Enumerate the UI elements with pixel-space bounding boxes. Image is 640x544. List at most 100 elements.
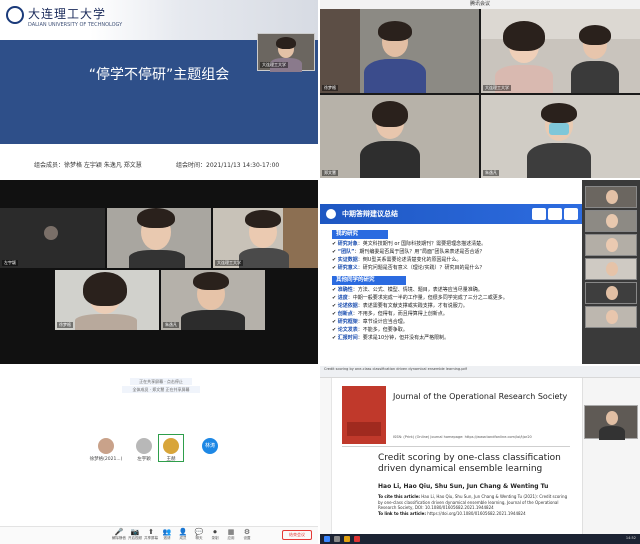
list-item: ✔ 研究框架：章节设计应当合理。 bbox=[332, 319, 408, 325]
participant-name-label: 大连理工大学 bbox=[260, 62, 288, 68]
pdf-left-toolbar[interactable] bbox=[320, 378, 332, 534]
video-tile[interactable]: 大连理工大学 bbox=[213, 208, 318, 268]
participant-hair bbox=[245, 210, 281, 228]
divider bbox=[342, 446, 570, 447]
citation-block: To cite this article: Hao Li, Hao Qiu, S… bbox=[378, 494, 568, 516]
gear-icon: ⚙ bbox=[243, 528, 251, 536]
participant-avatar[interactable] bbox=[136, 438, 152, 454]
participant-face bbox=[606, 262, 618, 276]
meeting-time: 组会时间：2021/11/13 14:30-17:00 bbox=[176, 162, 280, 169]
participant-body bbox=[181, 310, 245, 330]
participant-name-label: 徐梦格 bbox=[322, 85, 338, 91]
video-tile[interactable]: 徐梦格 bbox=[55, 270, 159, 330]
participant-thumbnail[interactable] bbox=[585, 306, 637, 328]
video-gallery-panel-b: 左宇颖 大连理工大学 徐梦格 朱逸凡 bbox=[0, 180, 318, 364]
participant-name-label: 朱逸凡 bbox=[483, 170, 499, 176]
participant-hair bbox=[579, 25, 611, 45]
journal-issn[interactable]: ISSN: (Print) (Online) Journal homepage:… bbox=[393, 435, 532, 439]
meeting-members: 组会成员：徐梦格 左宇颖 朱逸凡 郑文慧 bbox=[34, 162, 142, 169]
search-icon[interactable] bbox=[334, 536, 340, 542]
video-tile[interactable] bbox=[107, 208, 211, 268]
speaker-thumbnail[interactable]: 大连理工大学 bbox=[257, 33, 315, 72]
university-logo-subtitle: DALIAN UNIVERSITY OF TECHNOLOGY bbox=[28, 22, 123, 28]
participant-name-label: 朱逸凡 bbox=[163, 322, 179, 328]
list-item: ✔ 汇报时间：要求是10分钟，但并没有太严格限制。 bbox=[332, 335, 450, 341]
participant-thumbnail[interactable] bbox=[585, 210, 637, 232]
participant-hair bbox=[276, 37, 296, 49]
participant-face bbox=[606, 214, 618, 228]
section-header-others-research: 其他同学的研究 bbox=[332, 276, 406, 285]
participant-body bbox=[239, 248, 289, 268]
summary-slide-panel: 中期答辩建议总结 我的研究 ✔ 研究对象：英文科技期刊 or 国际科技期刊？需要… bbox=[320, 180, 640, 364]
video-tile[interactable]: 左宇颖 bbox=[0, 208, 105, 268]
video-tile[interactable]: 朱逸凡 bbox=[161, 270, 265, 330]
participant-thumbnail[interactable] bbox=[585, 258, 637, 280]
speaker-thumbnail[interactable] bbox=[584, 405, 638, 440]
taskbar-clock: 14:52 bbox=[625, 536, 636, 540]
list-item: ✔ 研究对象：英文科技期刊 or 国际科技期刊？需要把理念描述清楚。 bbox=[332, 241, 487, 247]
participant-body bbox=[360, 141, 420, 178]
participant-face bbox=[606, 310, 618, 324]
room-bookshelf bbox=[320, 9, 360, 93]
summary-slide-header: 中期答辩建议总结 bbox=[320, 204, 582, 224]
participant-name: 徐梦格(2021...) bbox=[89, 457, 123, 462]
video-tile[interactable]: 徐梦格 bbox=[320, 9, 479, 93]
participant-avatar[interactable]: 林涛 bbox=[202, 438, 218, 454]
list-item: ✔ 准确性：方法、公式、模型、情境、题目，表述等应当尽量准确。 bbox=[332, 287, 483, 293]
list-item: ✔ 研究意义：研究问题是否有意义（理论/实践）？研究目的是什么？ bbox=[332, 265, 485, 271]
pdf-viewer-titlebar: Credit scoring by one-class classificati… bbox=[320, 366, 640, 378]
windows-taskbar: 14:52 bbox=[320, 534, 640, 544]
my-research-list: ✔ 研究对象：英文科技期刊 or 国际科技期刊？需要把理念描述清楚。 ✔ “团队… bbox=[332, 240, 580, 272]
start-icon[interactable] bbox=[324, 536, 330, 542]
participant-hair bbox=[137, 208, 175, 228]
journal-name: Journal of the Operational Research Soci… bbox=[393, 392, 568, 401]
pdf-right-panel bbox=[582, 378, 640, 534]
participant-body bbox=[571, 61, 619, 93]
participant-body bbox=[75, 314, 137, 330]
paper-authors: Hao Li, Hao Qiu, Shu Sun, Jun Chang & We… bbox=[378, 483, 549, 490]
sharing-notice[interactable]: 正在共享屏幕 · 点击停止 bbox=[130, 378, 192, 385]
participant-name: 王赫 bbox=[166, 457, 176, 462]
journal-cover-image bbox=[342, 386, 386, 444]
list-item: ✔ 创新点：不用多，但得有，而且得算得上创新点。 bbox=[332, 311, 448, 317]
participant-name-label: 大连理工大学 bbox=[483, 85, 511, 91]
end-meeting-button[interactable]: 结束会议 bbox=[282, 530, 312, 540]
shared-slide-panel: 大连理工大学 DALIAN UNIVERSITY OF TECHNOLOGY “… bbox=[0, 0, 318, 178]
participant-body bbox=[129, 250, 185, 268]
list-item: ✔ 论文发表：不能多，但要争取。 bbox=[332, 327, 408, 333]
participant-thumbnail[interactable] bbox=[585, 282, 637, 304]
participant-face bbox=[606, 286, 618, 300]
others-research-list: ✔ 准确性：方法、公式、模型、情境、题目，表述等应当尽量准确。 ✔ 进度：中期一… bbox=[332, 286, 580, 342]
video-tile[interactable]: 大连理工大学 bbox=[481, 9, 640, 93]
pdf-app-icon[interactable] bbox=[354, 536, 360, 542]
folder-icon[interactable] bbox=[344, 536, 350, 542]
participant-name-label: 大连理工大学 bbox=[215, 260, 243, 266]
video-tile[interactable]: 朱逸凡 bbox=[481, 95, 640, 178]
meeting-participants-panel: 正在共享屏幕 · 点击停止 全体成员 · 郑文慧 正在共享屏幕 徐梦格(2021… bbox=[0, 366, 318, 544]
settings-button[interactable]: ⚙ 设置 bbox=[238, 528, 256, 541]
pdf-viewer-panel: Credit scoring by one-class classificati… bbox=[320, 366, 640, 544]
participant-hair bbox=[503, 21, 545, 51]
paper-title: Credit scoring by one-class classificati… bbox=[378, 453, 561, 474]
video-tile[interactable]: 郑文慧 bbox=[320, 95, 479, 178]
list-item: ✔ 进度：中期一般要求完成一半的工作量，但很多同学完成了三分之二或更多。 bbox=[332, 295, 508, 301]
doi-link[interactable]: https://doi.org/10.1080/01605682.2021.19… bbox=[427, 511, 525, 516]
participant-name-label: 徐梦格 bbox=[57, 322, 73, 328]
meeting-window-titlebar: 腾讯会议 bbox=[320, 0, 640, 9]
list-item: ✔ 论述依据：表述需要有文献支撑或实践支撑，才有说服力。 bbox=[332, 303, 468, 309]
participant-hair bbox=[372, 101, 408, 127]
participant-hair bbox=[83, 272, 127, 306]
participant-avatar bbox=[44, 226, 58, 240]
summary-slide-title: 中期答辩建议总结 bbox=[342, 210, 398, 218]
participant-avatar[interactable] bbox=[163, 438, 179, 454]
face-mask bbox=[549, 123, 569, 135]
participant-avatar[interactable] bbox=[98, 438, 114, 454]
list-item: ✔ “团队”：期刊编委是否属于团队？用“局面”团队来表述是否合适？ bbox=[332, 249, 485, 255]
list-item: ✔ 实证数据：倒U型关系需要论述清楚变化的原因是什么。 bbox=[332, 257, 462, 263]
participant-hair bbox=[378, 21, 412, 41]
university-logo-text: 大连理工大学 bbox=[28, 7, 107, 21]
participant-thumbnail[interactable] bbox=[585, 186, 637, 208]
video-gallery-panel-a: 腾讯会议 徐梦格 大连理工大学 郑文慧 朱逸凡 bbox=[320, 0, 640, 178]
journal-cover-logo bbox=[347, 422, 381, 436]
participant-thumbnail[interactable] bbox=[585, 234, 637, 256]
